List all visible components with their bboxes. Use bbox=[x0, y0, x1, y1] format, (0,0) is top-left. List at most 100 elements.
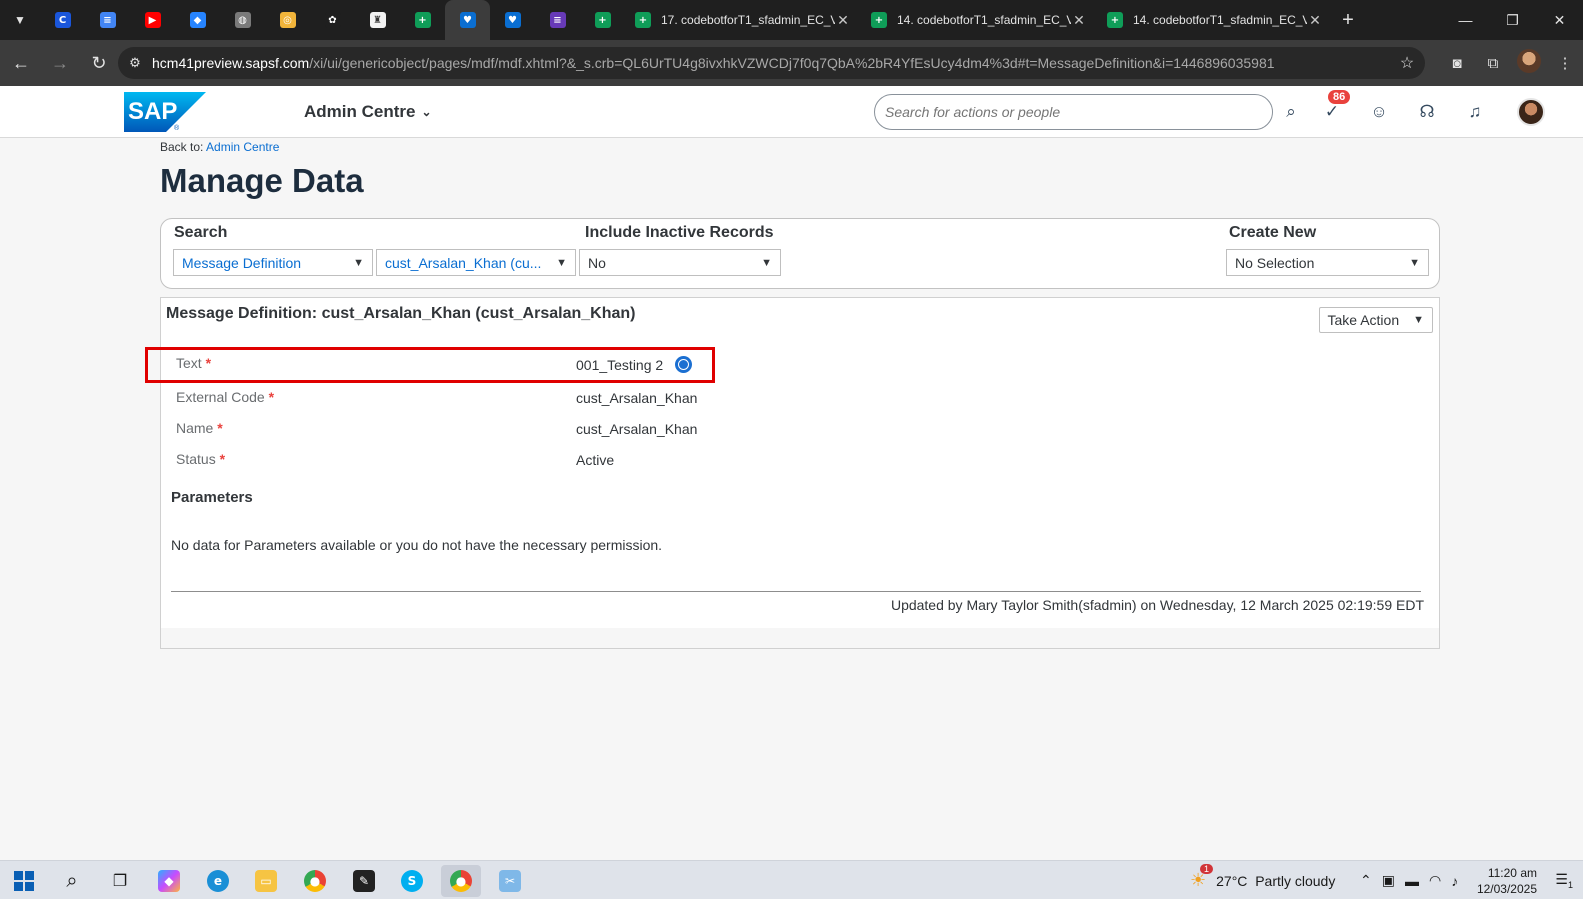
record-title: Message Definition: cust_Arsalan_Khan (c… bbox=[166, 305, 636, 322]
back-to-admin-centre-link[interactable]: Admin Centre bbox=[206, 140, 279, 154]
page-content: Back to: Admin Centre Manage Data Search… bbox=[0, 138, 1583, 860]
tab-close-icon[interactable]: ✕ bbox=[1307, 12, 1323, 29]
take-action-button[interactable]: Take Action ▼ bbox=[1318, 307, 1433, 333]
support-headset-icon[interactable]: ☊ bbox=[1415, 100, 1439, 124]
copilot-icon[interactable]: ◆ bbox=[149, 865, 189, 897]
minimize-icon[interactable]: — bbox=[1442, 0, 1489, 40]
sap-logo[interactable]: SAP ® bbox=[124, 92, 206, 132]
chevron-down-icon: ▼ bbox=[353, 256, 364, 269]
bell-icon[interactable]: ♫ bbox=[1463, 100, 1487, 124]
todo-badge: 86 bbox=[1328, 90, 1351, 104]
pinned-tab[interactable]: ✿ bbox=[310, 0, 355, 40]
include-inactive-select[interactable]: No ▼ bbox=[579, 249, 781, 276]
back-prefix: Back to: bbox=[160, 140, 204, 154]
pinned-tab[interactable]: ◍ bbox=[220, 0, 265, 40]
wifi-icon[interactable]: ◠ bbox=[1429, 872, 1441, 889]
globe-translation-icon[interactable] bbox=[675, 356, 693, 373]
svg-text:SAP: SAP bbox=[128, 98, 177, 125]
pinned-tab[interactable]: ♜ bbox=[355, 0, 400, 40]
browser-tab[interactable]: +14. codebotforT1_sfadmin_EC_V ✕ bbox=[1097, 0, 1333, 40]
file-explorer-icon[interactable]: ▭ bbox=[246, 865, 286, 897]
pinned-tab[interactable]: ♥ bbox=[445, 0, 490, 40]
pinned-tab[interactable]: ▶ bbox=[130, 0, 175, 40]
field-label: Text * bbox=[176, 355, 212, 371]
browser-tab[interactable]: +14. codebotforT1_sfadmin_EC_V ✕ bbox=[861, 0, 1097, 40]
pinned-tab[interactable]: ≡ bbox=[85, 0, 130, 40]
tab-close-icon[interactable]: ✕ bbox=[1071, 12, 1087, 29]
sheets-icon: + bbox=[1107, 12, 1123, 28]
pinned-tab[interactable]: ♥ bbox=[490, 0, 535, 40]
sap-shell-bar: SAP ® Admin Centre ⌄ ⌕ ✓86 ☺ ☊ ♫ bbox=[0, 86, 1583, 138]
url-text[interactable]: hcm41preview.sapsf.com/xi/ui/genericobje… bbox=[152, 55, 1389, 71]
browser-tab[interactable]: +17. codebotforT1_sfadmin_EC_V ✕ bbox=[625, 0, 861, 40]
address-bar[interactable]: ⚙ hcm41preview.sapsf.com/xi/ui/genericob… bbox=[118, 47, 1425, 79]
user-avatar[interactable] bbox=[1517, 98, 1545, 126]
field-row-text: Text * 001_Testing 2 bbox=[176, 355, 736, 377]
forward-arrow-icon[interactable]: → bbox=[42, 45, 78, 81]
site-info-icon[interactable]: ⚙ bbox=[118, 55, 152, 71]
search-icon[interactable]: ⌕ bbox=[1279, 100, 1303, 124]
weather-icon: ☀ 1 bbox=[1190, 864, 1214, 891]
create-new-select[interactable]: No Selection ▼ bbox=[1226, 249, 1429, 276]
search-label: Search bbox=[174, 224, 228, 241]
volume-icon[interactable]: ♪ bbox=[1451, 873, 1458, 889]
chat-icon[interactable]: ☺ bbox=[1367, 100, 1391, 124]
tab-close-icon[interactable]: ✕ bbox=[835, 12, 851, 29]
weather-widget[interactable]: ☀ 1 27°C Partly cloudy bbox=[1190, 861, 1335, 899]
pinned-tab[interactable]: C bbox=[40, 0, 85, 40]
todo-check-icon[interactable]: ✓ 86 bbox=[1320, 90, 1351, 124]
jira-icon: ◆ bbox=[189, 12, 206, 28]
sap-heart-icon: ♥ bbox=[504, 12, 521, 28]
camera-icon[interactable]: ◙ bbox=[1439, 55, 1475, 72]
notification-count: 1 bbox=[1567, 879, 1573, 890]
sticky-notes-icon[interactable]: ✎ bbox=[344, 865, 384, 897]
take-action-label: Take Action bbox=[1327, 312, 1400, 328]
task-view-icon[interactable]: ❐ bbox=[100, 865, 140, 897]
pinned-tab[interactable]: ◎ bbox=[265, 0, 310, 40]
field-label: External Code * bbox=[176, 389, 275, 405]
weather-text: 27°C Partly cloudy bbox=[1216, 872, 1336, 889]
create-new-label: Create New bbox=[1229, 224, 1317, 241]
menu-kebab-icon[interactable]: ⋮ bbox=[1547, 54, 1583, 72]
meet-icon[interactable]: ▣ bbox=[1382, 872, 1395, 889]
shell-search-input[interactable] bbox=[885, 104, 1272, 120]
page-title: Manage Data bbox=[160, 162, 364, 199]
pinned-tab[interactable]: + bbox=[400, 0, 445, 40]
chevron-down-icon: ▼ bbox=[761, 256, 772, 269]
last-updated-text: Updated by Mary Taylor Smith(sfadmin) on… bbox=[890, 597, 1424, 613]
profile-avatar[interactable] bbox=[1511, 49, 1547, 77]
clock[interactable]: 11:20 am 12/03/2025 bbox=[1477, 865, 1537, 897]
skype-icon[interactable]: S bbox=[392, 865, 432, 897]
pinned-tab[interactable]: ≡ bbox=[535, 0, 580, 40]
object-instance-select[interactable]: cust_Arsalan_Khan (cu... ▼ bbox=[376, 249, 576, 276]
pinned-tab[interactable]: + bbox=[580, 0, 625, 40]
bookmark-star-icon[interactable]: ☆ bbox=[1389, 53, 1425, 73]
chevron-up-icon[interactable]: ⌃ bbox=[1360, 872, 1372, 889]
snipping-tool-icon[interactable]: ✂ bbox=[490, 865, 530, 897]
openai-icon: ✿ bbox=[324, 12, 341, 28]
restore-icon[interactable]: ❐ bbox=[1489, 0, 1536, 40]
chevron-down-icon: ▼ bbox=[1409, 256, 1420, 269]
back-arrow-icon[interactable]: ← bbox=[3, 45, 39, 81]
windows-start-icon[interactable] bbox=[4, 865, 44, 897]
app-title-menu[interactable]: Admin Centre ⌄ bbox=[304, 102, 432, 122]
edge-icon[interactable]: e bbox=[198, 865, 238, 897]
tab-search-chevron-icon[interactable]: ▼ bbox=[0, 0, 40, 40]
parameters-heading: Parameters bbox=[171, 489, 253, 506]
close-window-icon[interactable]: ✕ bbox=[1536, 0, 1583, 40]
new-tab-plus-icon[interactable]: + bbox=[1333, 9, 1363, 32]
browser-tab-strip: ▼ C ≡ ▶ ◆ ◍ ◎ ✿ ♜ + ♥ ♥ ≡ + +17. codebotforT1_sfadmi… bbox=[0, 0, 1583, 40]
app-title[interactable]: Admin Centre bbox=[304, 102, 415, 122]
extensions-icon[interactable]: ⧉ bbox=[1475, 55, 1511, 72]
field-value: 001_Testing 2 bbox=[576, 356, 693, 373]
clock-time: 11:20 am bbox=[1487, 866, 1537, 880]
chrome-profile-icon[interactable]: ● bbox=[441, 865, 481, 897]
chrome-icon[interactable]: ● bbox=[295, 865, 335, 897]
object-type-select[interactable]: Message Definition ▼ bbox=[173, 249, 373, 276]
notification-center-icon[interactable]: ☰1 bbox=[1555, 871, 1573, 890]
pinned-tab[interactable]: ◆ bbox=[175, 0, 220, 40]
search-icon[interactable]: ⌕ bbox=[52, 865, 92, 897]
shell-search-field[interactable] bbox=[874, 94, 1273, 130]
battery-icon[interactable]: ▬ bbox=[1405, 873, 1419, 889]
reload-icon[interactable]: ↻ bbox=[81, 45, 117, 81]
